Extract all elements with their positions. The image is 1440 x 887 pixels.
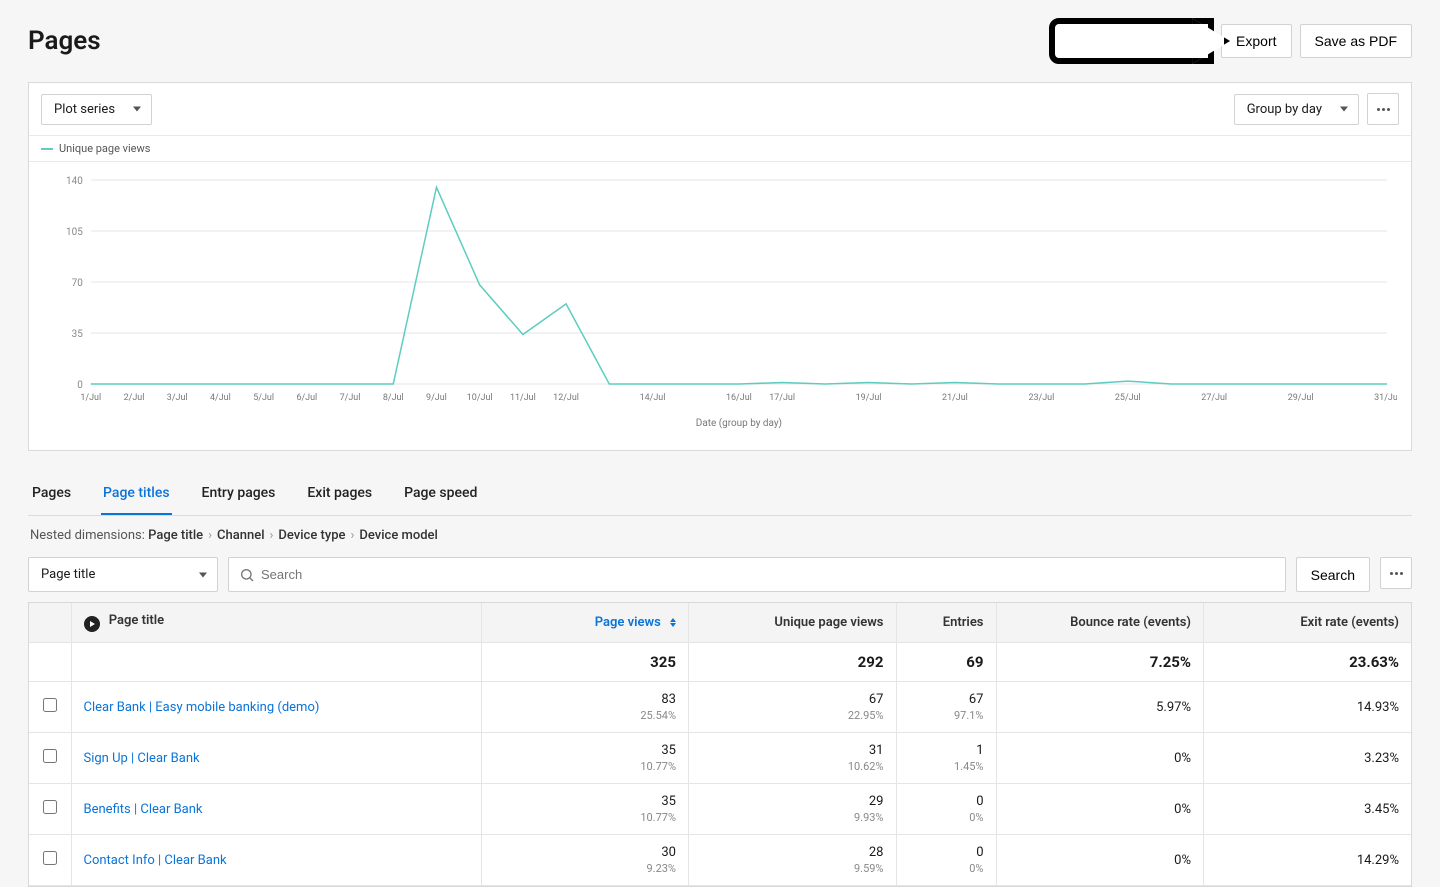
expand-all-icon	[84, 616, 100, 632]
col-page-views[interactable]: Page views	[481, 603, 689, 643]
tab-page-titles[interactable]: Page titles	[101, 475, 172, 515]
page-title-link[interactable]: Benefits | Clear Bank	[84, 802, 203, 817]
tab-page-speed[interactable]: Page speed	[402, 475, 479, 515]
tab-exit-pages[interactable]: Exit pages	[305, 475, 374, 515]
svg-text:11/Jul: 11/Jul	[510, 393, 536, 403]
breadcrumb-item[interactable]: Device type	[278, 528, 345, 543]
svg-text:12/Jul: 12/Jul	[553, 393, 579, 403]
svg-text:19/Jul: 19/Jul	[856, 393, 882, 403]
breadcrumb-item[interactable]: Device model	[359, 528, 437, 543]
legend-color-swatch	[41, 148, 53, 150]
chart-more-button[interactable]	[1367, 93, 1399, 125]
export-button[interactable]: Export	[1221, 24, 1291, 58]
table-row: Contact Info | Clear Bank309.23%289.59%0…	[29, 835, 1411, 886]
sort-icon	[670, 618, 676, 627]
svg-text:14/Jul: 14/Jul	[640, 393, 666, 403]
svg-text:16/Jul: 16/Jul	[726, 393, 752, 403]
svg-text:3/Jul: 3/Jul	[167, 393, 188, 403]
save-pdf-button[interactable]: Save as PDF	[1300, 24, 1412, 58]
group-by-label: Group by day	[1247, 102, 1322, 117]
checkbox-header	[29, 603, 71, 643]
tab-pages[interactable]: Pages	[30, 475, 73, 515]
col-entries[interactable]: Entries	[896, 603, 996, 643]
table-row: Clear Bank | Easy mobile banking (demo)8…	[29, 682, 1411, 733]
svg-text:35: 35	[72, 329, 84, 340]
svg-text:6/Jul: 6/Jul	[296, 393, 317, 403]
data-table: Page title Page views Unique page views …	[29, 603, 1411, 886]
row-checkbox[interactable]	[43, 851, 57, 865]
tab-entry-pages[interactable]: Entry pages	[200, 475, 278, 515]
svg-text:31/Jul: 31/Jul	[1374, 393, 1397, 403]
breadcrumb-item[interactable]: Channel	[217, 528, 264, 543]
search-input[interactable]	[255, 558, 1275, 591]
page-title-link[interactable]: Clear Bank | Easy mobile banking (demo)	[84, 700, 320, 715]
svg-text:70: 70	[72, 278, 84, 289]
dots-icon	[1377, 108, 1390, 111]
breadcrumb: Nested dimensions: Page title›Channel›De…	[28, 516, 1412, 557]
svg-text:29/Jul: 29/Jul	[1288, 393, 1314, 403]
svg-text:1/Jul: 1/Jul	[80, 393, 101, 403]
svg-text:5/Jul: 5/Jul	[253, 393, 274, 403]
chart-area: 0 35 70 105 140 1/Jul 2/Jul 3/Jul 4/Jul 5/Jul 6/Ju…	[29, 162, 1411, 450]
plot-series-label: Plot series	[54, 102, 115, 117]
page-title-link[interactable]: Contact Info | Clear Bank	[84, 853, 227, 868]
page-title-link[interactable]: Sign Up | Clear Bank	[84, 751, 200, 766]
svg-text:25/Jul: 25/Jul	[1115, 393, 1141, 403]
dimension-select-label: Page title	[41, 567, 95, 582]
svg-text:0: 0	[77, 380, 83, 391]
search-button[interactable]: Search	[1296, 557, 1370, 592]
chart-panel: Plot series Group by day Unique page vie…	[28, 82, 1412, 451]
dots-icon	[1390, 572, 1403, 575]
totals-row: 325 292 69 7.25% 23.63%	[29, 643, 1411, 682]
table-row: Sign Up | Clear Bank3510.77%3110.62%11.4…	[29, 733, 1411, 784]
tabs-bar: Pages Page titles Entry pages Exit pages Pag…	[28, 475, 1412, 516]
svg-text:17/Jul: 17/Jul	[769, 393, 795, 403]
col-page-title[interactable]: Page title	[71, 603, 481, 643]
svg-text:27/Jul: 27/Jul	[1201, 393, 1227, 403]
col-bounce-rate[interactable]: Bounce rate (events)	[996, 603, 1204, 643]
search-icon	[239, 567, 255, 583]
plot-series-select[interactable]: Plot series	[41, 94, 152, 125]
legend-series-label: Unique page views	[59, 142, 150, 155]
row-checkbox[interactable]	[43, 749, 57, 763]
row-checkbox[interactable]	[43, 800, 57, 814]
svg-text:105: 105	[66, 227, 83, 238]
svg-text:8/Jul: 8/Jul	[383, 393, 404, 403]
group-by-select[interactable]: Group by day	[1234, 94, 1359, 125]
svg-text:4/Jul: 4/Jul	[210, 393, 231, 403]
page-title: Pages	[28, 26, 101, 56]
svg-text:23/Jul: 23/Jul	[1028, 393, 1054, 403]
dimension-select[interactable]: Page title	[28, 557, 218, 592]
table-row: Benefits | Clear Bank3510.77%299.93%00%0…	[29, 784, 1411, 835]
svg-text:10/Jul: 10/Jul	[467, 393, 493, 403]
row-checkbox[interactable]	[43, 698, 57, 712]
svg-text:9/Jul: 9/Jul	[426, 393, 447, 403]
highlight-annotation	[1049, 18, 1214, 64]
svg-text:7/Jul: 7/Jul	[340, 393, 361, 403]
col-unique-page-views[interactable]: Unique page views	[689, 603, 897, 643]
col-exit-rate[interactable]: Exit rate (events)	[1204, 603, 1412, 643]
svg-text:140: 140	[66, 176, 83, 187]
table-more-button[interactable]	[1380, 557, 1412, 589]
search-input-wrap[interactable]	[228, 557, 1286, 592]
table-header-row: Page title Page views Unique page views …	[29, 603, 1411, 643]
svg-text:Date (group by day): Date (group by day)	[696, 418, 782, 429]
svg-text:21/Jul: 21/Jul	[942, 393, 968, 403]
svg-text:2/Jul: 2/Jul	[124, 393, 145, 403]
breadcrumb-item[interactable]: Page title	[148, 528, 203, 543]
